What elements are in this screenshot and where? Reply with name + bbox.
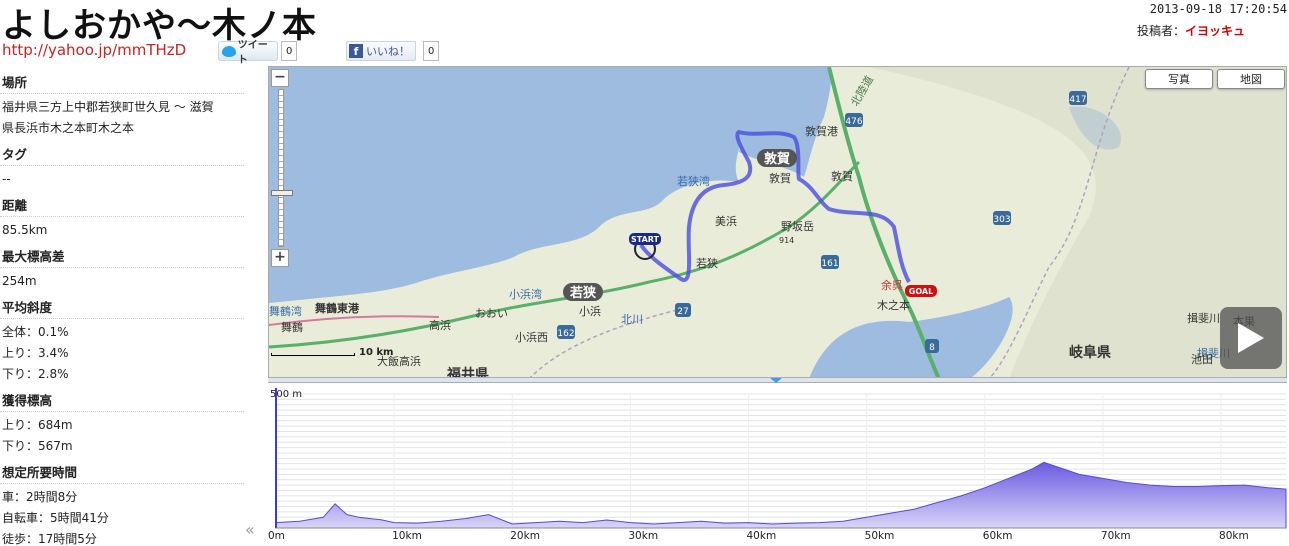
- route-303: 303: [993, 215, 1010, 225]
- x-tick-label: 50km: [864, 530, 895, 542]
- map-label-nosakadake: 野坂岳: [781, 220, 814, 233]
- tweet-label: ツイート: [237, 40, 268, 66]
- map-label-wakasa-st: 若狭: [696, 257, 718, 270]
- play-icon: [1238, 323, 1264, 353]
- route-map[interactable]: START GOAL 敦賀 若狭 敦賀港 敦賀 若狭湾 美浜 野坂岳 914 若…: [268, 66, 1287, 378]
- map-label-wakasawan: 若狭湾: [677, 174, 710, 188]
- sidebar-heading: タグ: [0, 139, 244, 166]
- route-476: 476: [845, 117, 862, 127]
- x-tick-label: 20km: [510, 530, 540, 542]
- route-27: 27: [677, 307, 688, 317]
- route-162: 162: [557, 329, 574, 339]
- map-label-yogo: 余呉: [881, 278, 903, 292]
- map-label-tsuruga-ic: 敦賀: [831, 169, 853, 183]
- map-label-914: 914: [779, 236, 794, 245]
- x-tick-label: 30km: [628, 530, 659, 542]
- sidebar-value: 自転車：5時間41分: [2, 511, 109, 525]
- elevation-profile[interactable]: 500 m 0m 10km 20km 30km 40km 50km 60km 70km 80km: [268, 384, 1287, 546]
- map-label-maizuruhigashi: 舞鶴東港: [315, 301, 360, 315]
- like-label: いいね！: [366, 45, 410, 58]
- sidebar-value: 上り：684m: [2, 418, 73, 432]
- poster-name[interactable]: イヨッキュ: [1185, 24, 1245, 38]
- post-timestamp: 2013-09-18 17:20:54: [1149, 2, 1287, 16]
- map-label-tsuruga-big: 敦賀: [764, 151, 790, 167]
- sidebar-heading: 想定所要時間: [0, 457, 244, 484]
- sidebar-value: 徒歩：17時間5分: [2, 532, 97, 546]
- sidebar-value: 下り：2.8%: [2, 367, 69, 381]
- sidebar-value: 上り：3.4%: [2, 346, 69, 360]
- route-417: 417: [1069, 95, 1086, 105]
- x-tick-label: 0m: [268, 530, 285, 542]
- sidebar-heading: 平均斜度: [0, 292, 244, 319]
- tweet-count: 0: [281, 41, 298, 61]
- page-header: よしおかや～木ノ本 http://yahoo.jp/mmTHzD ツイート 0 …: [0, 0, 1289, 66]
- map-label-takahama: 高浜: [429, 318, 451, 332]
- map-label-gifuken: 岐阜県: [1069, 344, 1111, 361]
- zoom-slider-thumb[interactable]: [271, 190, 293, 196]
- sidebar-value: 福井県三方上中郡若狭町世久見 ～ 滋賀: [2, 100, 214, 114]
- map-scale-label: 10 km: [359, 347, 394, 358]
- sidebar-value: 254m: [2, 274, 37, 288]
- map-label-ikeda: 池田: [1191, 353, 1213, 366]
- map-label-obama: 小浜: [579, 305, 601, 318]
- map-label-obamanishi: 小浜西: [515, 331, 548, 344]
- sidebar-heading: 最大標高差: [0, 241, 244, 268]
- map-label-ibigawa1: 揖斐川: [1187, 311, 1220, 325]
- like-button[interactable]: f いいね！: [346, 41, 416, 61]
- map-label-mihama: 美浜: [715, 215, 737, 228]
- poster-line: 投稿者：イヨッキュ: [1137, 22, 1245, 39]
- map-label-kinomoto: 木之本: [877, 298, 910, 312]
- play-route-button[interactable]: [1220, 307, 1282, 369]
- sidebar-value: 車：2時間8分: [2, 490, 78, 504]
- sidebar-value: 県長浜市木之本町木之本: [2, 121, 135, 135]
- collapse-sidebar-button[interactable]: «: [245, 520, 255, 539]
- map-label-hokurikudo: 北陸道: [847, 73, 876, 109]
- sidebar-value: 下り：567m: [2, 439, 73, 453]
- map-label-maizuruwan: 舞鶴湾: [269, 304, 302, 318]
- start-marker-label: START: [631, 235, 660, 244]
- map-label-ooi: おおい: [475, 307, 508, 320]
- zoom-in-button[interactable]: +: [271, 249, 289, 267]
- map-resize-handle[interactable]: [268, 377, 1287, 383]
- sea-area: [269, 67, 829, 303]
- twitter-bird-icon: [222, 45, 236, 57]
- elevation-area: [275, 461, 1287, 529]
- map-label-tsurugako: 敦賀港: [805, 124, 838, 138]
- map-canvas: START GOAL 敦賀 若狭 敦賀港 敦賀 若狭湾 美浜 野坂岳 914 若…: [269, 67, 1286, 377]
- elevation-y-label: 500 m: [270, 389, 303, 400]
- chevron-down-icon: [770, 378, 782, 383]
- sidebar-heading: 場所: [0, 67, 244, 94]
- sidebar-heading: 獲得標高: [0, 385, 244, 412]
- goal-marker-label: GOAL: [909, 287, 933, 296]
- map-label-maizuru: 舞鶴: [281, 320, 303, 334]
- map-label-kitagawa: 北川: [621, 313, 643, 326]
- sidebar-value: 全体：0.1%: [2, 325, 69, 339]
- photo-view-button[interactable]: 写真: [1145, 69, 1213, 89]
- route-161: 161: [821, 259, 838, 269]
- zoom-slider-track[interactable]: [271, 89, 293, 247]
- x-tick-label: 80km: [1219, 530, 1249, 542]
- like-count: 0: [423, 41, 440, 61]
- sidebar-heading: 距離: [0, 190, 244, 217]
- elevation-chart: [275, 388, 1287, 529]
- sidebar-value: --: [2, 172, 11, 186]
- sidebar-value: 85.5km: [2, 223, 48, 237]
- short-url-link[interactable]: http://yahoo.jp/mmTHzD: [2, 41, 186, 59]
- facebook-icon: f: [349, 44, 363, 58]
- zoom-out-button[interactable]: −: [271, 69, 289, 87]
- x-tick-label: 70km: [1100, 530, 1131, 542]
- map-label-tsuruga-st: 敦賀: [769, 171, 791, 185]
- route-8: 8: [929, 343, 935, 353]
- x-tick-label: 10km: [392, 530, 422, 542]
- map-view-button[interactable]: 地図: [1217, 69, 1285, 89]
- map-scale-bar: [271, 353, 355, 356]
- poster-label: 投稿者：: [1136, 24, 1185, 38]
- tweet-button[interactable]: ツイート: [218, 40, 278, 66]
- map-label-obamawan: 小浜湾: [509, 287, 542, 301]
- x-tick-label: 60km: [982, 530, 1013, 542]
- x-tick-label: 40km: [746, 530, 777, 542]
- map-label-wakasa-big: 若狭: [569, 285, 597, 301]
- route-info-sidebar: 場所福井県三方上中郡若狭町世久見 ～ 滋賀 県長浜市木之本町木之本タグ -- 距離 85…: [0, 67, 244, 546]
